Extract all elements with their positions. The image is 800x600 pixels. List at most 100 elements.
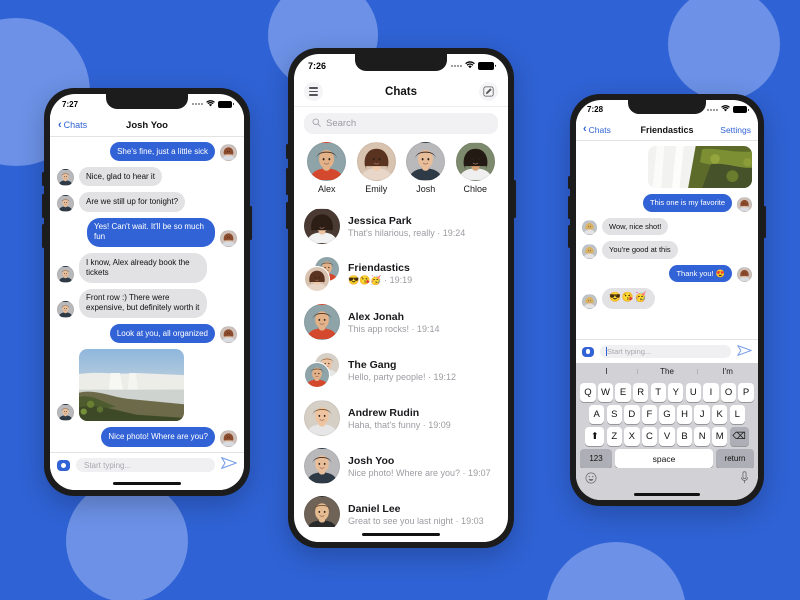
message-bubble[interactable]: Thank you! 😍	[669, 264, 732, 283]
back-button[interactable]: ‹ Chats	[583, 124, 611, 135]
message-bubble[interactable]: Yes! Can't wait. It'll be so much fun	[87, 217, 215, 248]
numbers-key[interactable]: 123	[580, 449, 612, 468]
key-z[interactable]: Z	[606, 427, 622, 446]
key-u[interactable]: U	[685, 383, 702, 402]
avatar[interactable]	[304, 304, 340, 340]
key-e[interactable]: E	[615, 383, 631, 402]
message-bubble[interactable]: I know, Alex already book the tickets	[79, 253, 207, 283]
space-key[interactable]: space	[615, 449, 713, 468]
keyboard[interactable]: I The I'm QWERTYUIOP ASDFGHJKL ⬆ Z X C V B N M ⌫ 1…	[576, 363, 758, 500]
message-input[interactable]: Start typing...	[600, 345, 731, 358]
avatar[interactable]	[737, 196, 752, 212]
avatar[interactable]	[304, 400, 340, 436]
key-a[interactable]: A	[588, 405, 605, 424]
key-i[interactable]: I	[703, 383, 719, 402]
key-b[interactable]: B	[676, 427, 693, 446]
chat-list-item[interactable]: Andrew Rudin Haha, that's funny · 19:09	[304, 394, 498, 442]
photo-message[interactable]	[648, 146, 752, 188]
chat-list-item[interactable]: Alex Jonah This app rocks! · 19:14	[304, 298, 498, 346]
prediction-word[interactable]: The	[636, 367, 698, 376]
key-v[interactable]: V	[659, 427, 675, 446]
message-bubble[interactable]: She's fine, just a little sick	[110, 142, 215, 162]
key-c[interactable]: C	[641, 427, 658, 446]
story-item-emily[interactable]: Emily	[356, 142, 396, 194]
key-s[interactable]: S	[606, 405, 622, 424]
settings-button[interactable]: Settings	[720, 125, 751, 135]
message-input[interactable]: Start typing...	[76, 458, 215, 472]
story-row[interactable]: Alex Emily Josh Chloe	[294, 138, 508, 202]
key-m[interactable]: M	[712, 427, 728, 446]
avatar[interactable]	[220, 326, 237, 344]
avatar[interactable]	[582, 293, 597, 309]
avatar[interactable]	[57, 265, 74, 283]
chat-list[interactable]: Jessica Park That's hilarious, really · 1…	[294, 202, 508, 527]
send-icon[interactable]	[737, 343, 752, 361]
message-bubble[interactable]: You're good at this	[602, 241, 678, 259]
keyboard-row-1[interactable]: QWERTYUIOP	[576, 380, 758, 402]
chat-list-item[interactable]: Daniel Lee Great to see you last night · …	[304, 490, 498, 527]
story-item-alex[interactable]: Alex	[307, 142, 347, 194]
key-x[interactable]: X	[624, 427, 640, 446]
avatar[interactable]	[57, 301, 74, 319]
search-input[interactable]: Search	[304, 113, 498, 134]
photo-message[interactable]	[79, 349, 184, 422]
message-bubble[interactable]: Are we still up for tonight?	[79, 192, 186, 212]
story-item-josh[interactable]: Josh	[406, 142, 446, 194]
avatar[interactable]	[307, 142, 347, 181]
message-bubble[interactable]: Front row :) There were expensive, but d…	[79, 288, 207, 319]
shift-key[interactable]: ⬆	[585, 427, 605, 446]
avatar[interactable]	[304, 496, 340, 527]
key-l[interactable]: L	[729, 405, 745, 424]
prediction-bar[interactable]: I The I'm	[576, 363, 758, 380]
key-n[interactable]: N	[694, 427, 710, 446]
back-button[interactable]: ‹ Chats	[58, 119, 87, 131]
avatar[interactable]	[304, 208, 340, 244]
key-k[interactable]: K	[712, 405, 728, 424]
avatar[interactable]	[304, 448, 340, 484]
return-key[interactable]: return	[716, 449, 754, 468]
keyboard-row-4[interactable]: 123 space return	[576, 446, 758, 468]
hamburger-icon[interactable]	[304, 82, 323, 101]
message-thread-right[interactable]: This one is my favorite Wow, nice shot! Yo…	[576, 141, 758, 339]
avatar[interactable]	[57, 169, 74, 187]
camera-icon[interactable]	[582, 346, 594, 357]
prediction-word[interactable]: I'm	[697, 367, 758, 376]
prediction-word[interactable]: I	[576, 367, 637, 376]
avatar[interactable]	[455, 142, 495, 181]
avatar[interactable]	[582, 220, 597, 236]
backspace-key[interactable]: ⌫	[729, 427, 749, 446]
chat-list-item[interactable]: Friendastics 😎😘🥳 · 19:19	[304, 250, 498, 298]
camera-icon[interactable]	[57, 459, 70, 471]
avatar[interactable]	[582, 243, 597, 259]
key-o[interactable]: O	[720, 383, 737, 402]
avatar[interactable]	[737, 267, 752, 283]
key-d[interactable]: D	[624, 405, 640, 424]
chat-list-item[interactable]: Jessica Park That's hilarious, really · 1…	[304, 202, 498, 250]
avatar[interactable]	[57, 194, 74, 212]
keyboard-row-3[interactable]: ⬆ Z X C V B N M ⌫	[576, 424, 758, 446]
avatar[interactable]	[356, 142, 396, 181]
key-t[interactable]: T	[650, 383, 666, 402]
message-bubble[interactable]: This one is my favorite	[642, 194, 732, 212]
message-bubble[interactable]: Look at you, all organized	[109, 324, 215, 344]
key-j[interactable]: J	[694, 405, 710, 424]
microphone-icon[interactable]	[740, 470, 749, 489]
message-bubble[interactable]: Nice, glad to hear it	[79, 167, 162, 187]
key-h[interactable]: H	[676, 405, 693, 424]
message-thread-left[interactable]: She's fine, just a little sick Nice, glad…	[50, 137, 244, 452]
chat-list-item[interactable]: Josh Yoo Nice photo! Where are you? · 19:…	[304, 442, 498, 490]
compose-icon[interactable]	[478, 82, 498, 101]
keyboard-row-2[interactable]: ASDFGHJKL	[576, 402, 758, 424]
key-f[interactable]: F	[641, 405, 658, 424]
avatar[interactable]	[220, 429, 237, 447]
key-r[interactable]: R	[632, 383, 649, 402]
key-g[interactable]: G	[659, 405, 675, 424]
message-bubble[interactable]: Nice photo! Where are you?	[101, 427, 215, 447]
message-bubble[interactable]: Wow, nice shot!	[602, 217, 669, 236]
send-icon[interactable]	[221, 456, 237, 474]
key-p[interactable]: P	[738, 383, 754, 402]
emoji-message-bubble[interactable]: 😎😘🥳	[602, 288, 655, 309]
avatar[interactable]	[57, 404, 74, 422]
story-item-chloe[interactable]: Chloe	[455, 142, 495, 194]
avatar[interactable]	[220, 230, 237, 248]
